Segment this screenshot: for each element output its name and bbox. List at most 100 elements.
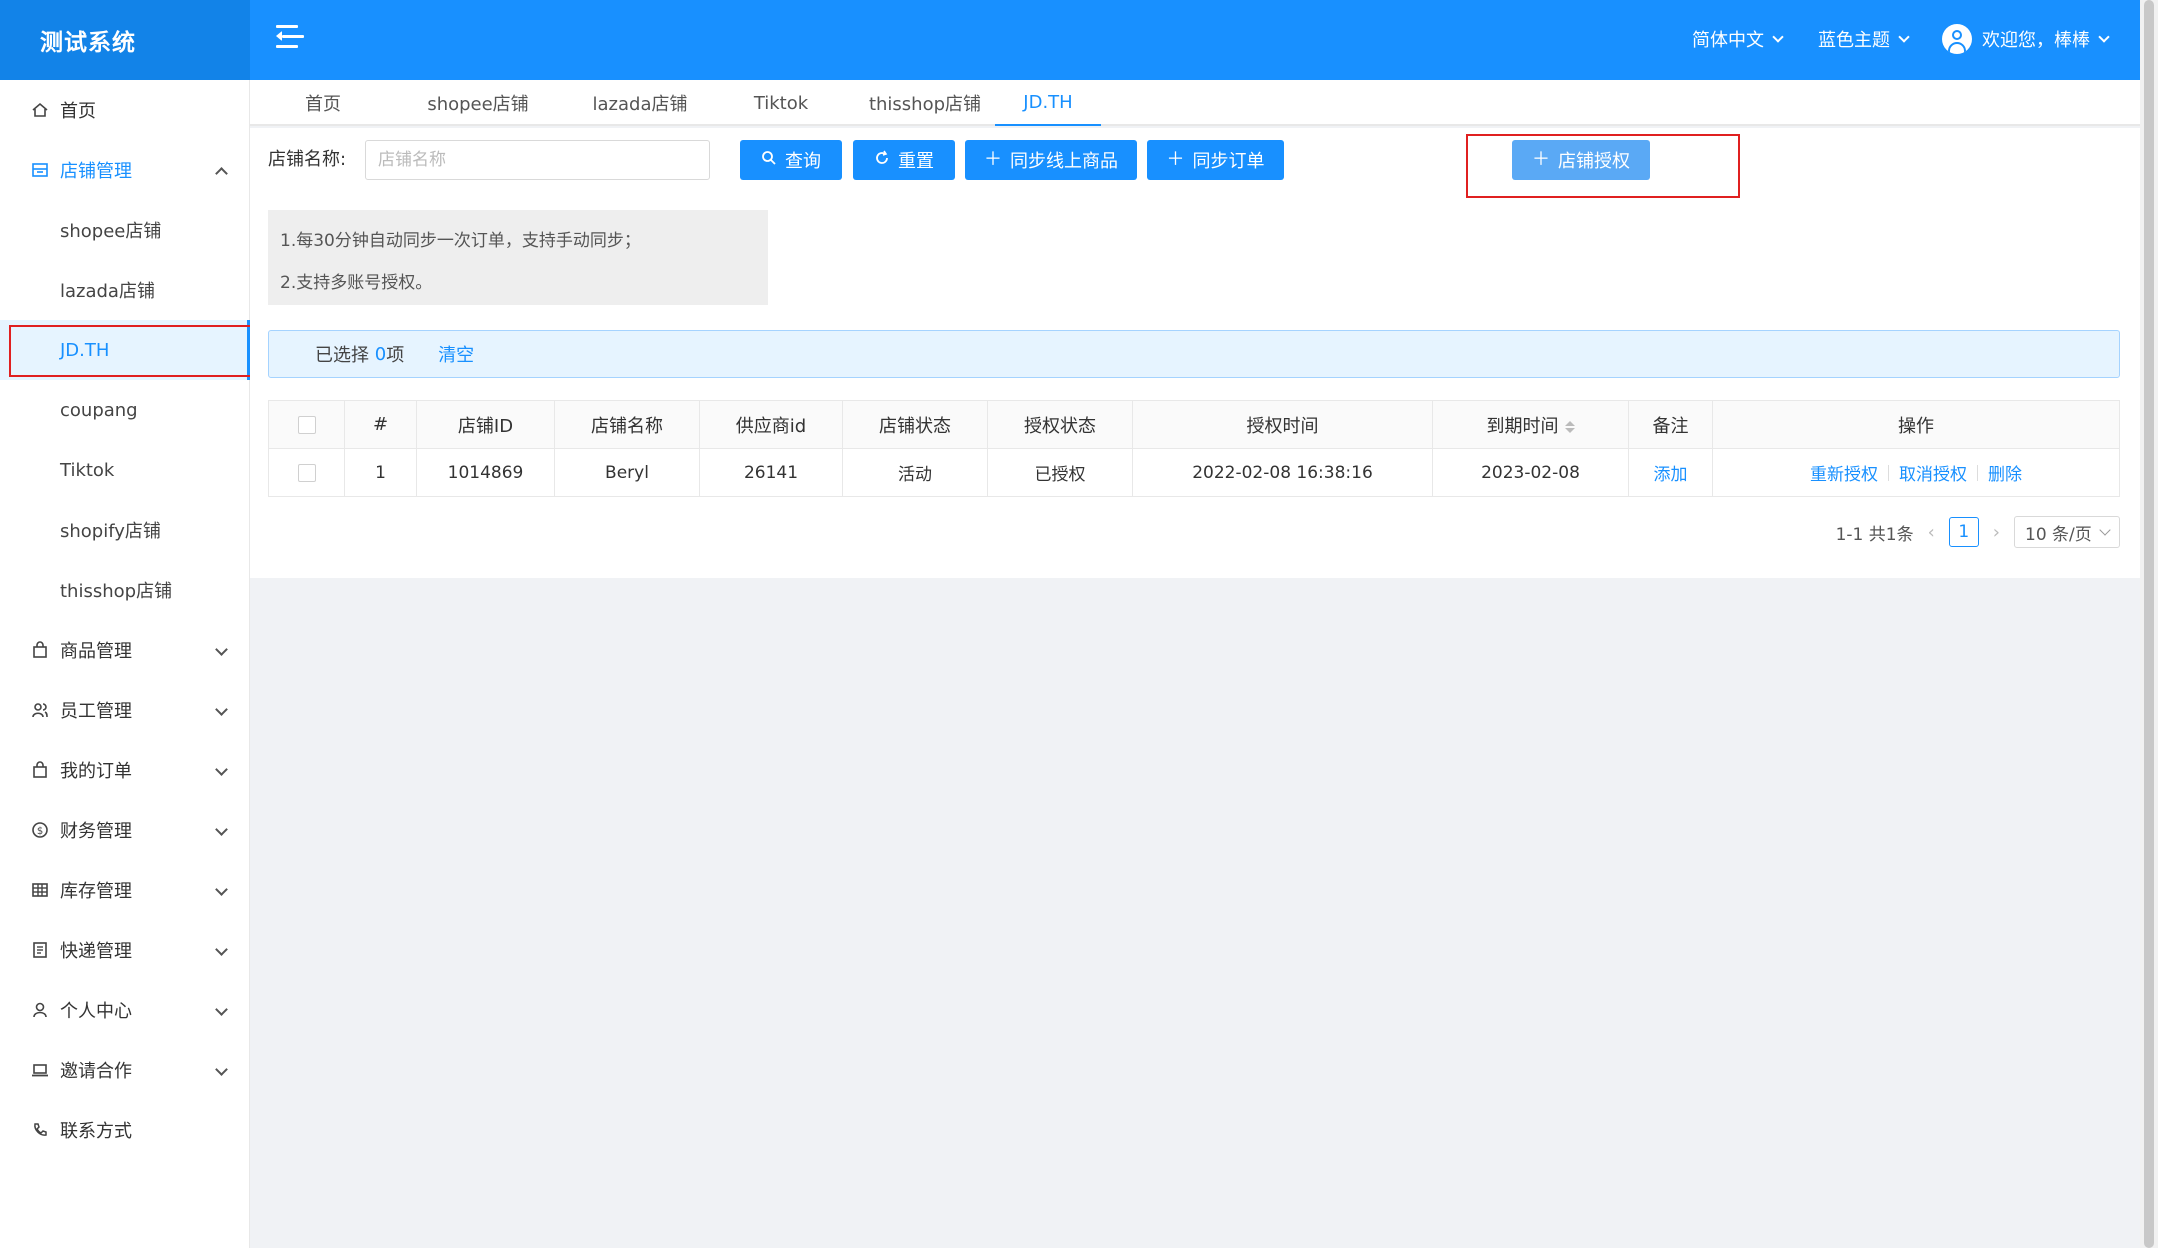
add-remark-link[interactable]: 添加	[1654, 465, 1688, 485]
sidebar-item-profile[interactable]: 个人中心	[0, 980, 250, 1040]
vertical-scrollbar[interactable]	[2140, 0, 2158, 1248]
plus-icon: ＋	[1532, 149, 1550, 170]
column-header: 备注	[1628, 400, 1713, 449]
table-icon	[30, 880, 50, 900]
chevron-down-icon	[215, 823, 228, 836]
cell-remark: 添加	[1628, 448, 1713, 497]
next-page-icon[interactable]: ›	[1993, 522, 2000, 543]
sidebar-item-contact[interactable]: 联系方式	[0, 1100, 250, 1160]
sidebar-item-my-orders[interactable]: 我的订单	[0, 740, 250, 800]
sidebar-subitem-tiktok[interactable]: Tiktok	[0, 440, 250, 500]
query-button[interactable]: 查询	[740, 140, 842, 180]
chevron-down-icon	[1772, 30, 1784, 43]
main-content: 店铺名称: 查询 重置 ＋ 同步线上商品 ＋ 同步订单 ＋ 店铺授权 1.每30…	[250, 128, 2140, 578]
store-authorize-button[interactable]: ＋ 店铺授权	[1512, 140, 1650, 180]
cell-store-id: 1014869	[416, 448, 555, 497]
cell-index: 1	[344, 448, 417, 497]
user-menu[interactable]: 欢迎您，棒棒	[1942, 24, 2110, 54]
page-number-current[interactable]: 1	[1948, 517, 1979, 547]
page-size-select[interactable]: 10 条/页	[2014, 516, 2120, 548]
chevron-down-icon	[2098, 30, 2110, 43]
sidebar-item-staff-management[interactable]: 员工管理	[0, 680, 250, 740]
tab-thisshop[interactable]: thisshop店铺	[840, 80, 1010, 126]
column-header: 店铺名称	[554, 400, 700, 449]
plus-icon: ＋	[984, 149, 1002, 170]
sidebar-subitem-thisshop[interactable]: thisshop店铺	[0, 560, 250, 620]
scrollbar-thumb[interactable]	[2144, 0, 2154, 1248]
sidebar-item-product-management[interactable]: 商品管理	[0, 620, 250, 680]
sidebar-item-store-management[interactable]: 店铺管理	[0, 140, 250, 200]
dollar-circle-icon: $	[30, 820, 50, 840]
column-header: 供应商id	[699, 400, 843, 449]
sidebar-item-express[interactable]: 快递管理	[0, 920, 250, 980]
sidebar-subitem-shopee[interactable]: shopee店铺	[0, 200, 250, 260]
store-name-input[interactable]	[365, 140, 710, 180]
laptop-icon	[30, 1060, 50, 1080]
sidebar-subitem-coupang[interactable]: coupang	[0, 380, 250, 440]
chevron-down-icon	[215, 763, 228, 776]
store-table: # 店铺ID 店铺名称 供应商id 店铺状态 授权状态 授权时间 到期时间 备注…	[268, 400, 2120, 497]
reauthorize-link[interactable]: 重新授权	[1810, 460, 1878, 485]
tips-box: 1.每30分钟自动同步一次订单，支持手动同步； 2.支持多账号授权。	[268, 210, 768, 305]
row-checkbox[interactable]	[297, 463, 316, 482]
select-all-checkbox[interactable]	[297, 416, 316, 434]
sidebar-item-inventory[interactable]: 库存管理	[0, 860, 250, 920]
theme-switcher[interactable]: 蓝色主题	[1818, 26, 1910, 52]
sidebar-item-invite[interactable]: 邀请合作	[0, 1040, 250, 1100]
bag-icon	[30, 760, 50, 780]
chevron-down-icon	[215, 643, 228, 656]
menu-fold-icon[interactable]	[272, 23, 304, 51]
cell-supplier-id: 26141	[699, 448, 843, 497]
column-header: #	[344, 400, 417, 449]
row-select-cell	[268, 448, 345, 497]
chevron-down-icon	[215, 703, 228, 716]
sync-products-button[interactable]: ＋ 同步线上商品	[965, 140, 1137, 180]
column-header-sortable[interactable]: 到期时间	[1432, 400, 1629, 449]
chevron-down-icon	[2099, 524, 2111, 536]
tab-home[interactable]: 首页	[280, 80, 366, 126]
refresh-icon	[874, 150, 890, 170]
top-header: 测试系统 简体中文 蓝色主题 欢迎您，棒棒	[0, 0, 2140, 80]
sidebar-item-home[interactable]: 首页	[0, 80, 250, 140]
sidebar-subitem-lazada[interactable]: lazada店铺	[0, 260, 250, 320]
sidebar-item-finance[interactable]: $ 财务管理	[0, 800, 250, 860]
chevron-down-icon	[215, 1003, 228, 1016]
table-header-row: # 店铺ID 店铺名称 供应商id 店铺状态 授权状态 授权时间 到期时间 备注…	[268, 400, 2120, 449]
pagination-summary: 1-1 共1条	[1835, 524, 1914, 545]
chevron-down-icon	[1898, 30, 1910, 43]
column-header: 店铺状态	[842, 400, 988, 449]
user-icon	[30, 1000, 50, 1020]
plus-icon: ＋	[1166, 149, 1185, 170]
table-row: 1 1014869 Beryl 26141 活动 已授权 2022-02-08 …	[268, 448, 2120, 497]
cell-actions: 重新授权 取消授权 删除	[1712, 448, 2120, 497]
sidebar-subitem-jdth[interactable]: JD.TH	[0, 320, 250, 380]
svg-text:$: $	[37, 826, 43, 837]
users-icon	[30, 700, 50, 720]
cancel-authorization-link[interactable]: 取消授权	[1899, 460, 1967, 485]
tab-lazada[interactable]: lazada店铺	[560, 80, 720, 126]
selection-bar: 已选择 0 项 清空	[268, 330, 2120, 378]
avatar-icon	[1942, 24, 1972, 54]
column-header: 授权时间	[1132, 400, 1433, 449]
tab-shopee[interactable]: shopee店铺	[398, 80, 558, 126]
reset-button[interactable]: 重置	[853, 140, 955, 180]
tab-jdth[interactable]: JD.TH	[995, 80, 1101, 126]
store-icon	[30, 160, 50, 180]
tab-bar: 首页 shopee店铺 lazada店铺 Tiktok thisshop店铺 J…	[250, 80, 2140, 126]
language-switcher[interactable]: 简体中文	[1692, 26, 1784, 52]
delete-link[interactable]: 删除	[1988, 460, 2022, 485]
chevron-down-icon	[215, 883, 228, 896]
prev-page-icon[interactable]: ‹	[1928, 522, 1935, 543]
column-header: 操作	[1712, 400, 2120, 449]
selected-count: 0	[374, 343, 387, 365]
tab-tiktok[interactable]: Tiktok	[726, 80, 836, 126]
store-name-label: 店铺名称:	[268, 149, 347, 170]
sync-orders-button[interactable]: ＋ 同步订单	[1147, 140, 1284, 180]
sidebar-subitem-shopify[interactable]: shopify店铺	[0, 500, 250, 560]
home-icon	[30, 100, 50, 120]
sort-icon[interactable]	[1564, 420, 1575, 433]
tip-line: 2.支持多账号授权。	[280, 273, 433, 293]
cell-auth-time: 2022-02-08 16:38:16	[1132, 448, 1433, 497]
clear-selection-link[interactable]: 清空	[438, 341, 474, 367]
app-logo: 测试系统	[0, 0, 250, 80]
